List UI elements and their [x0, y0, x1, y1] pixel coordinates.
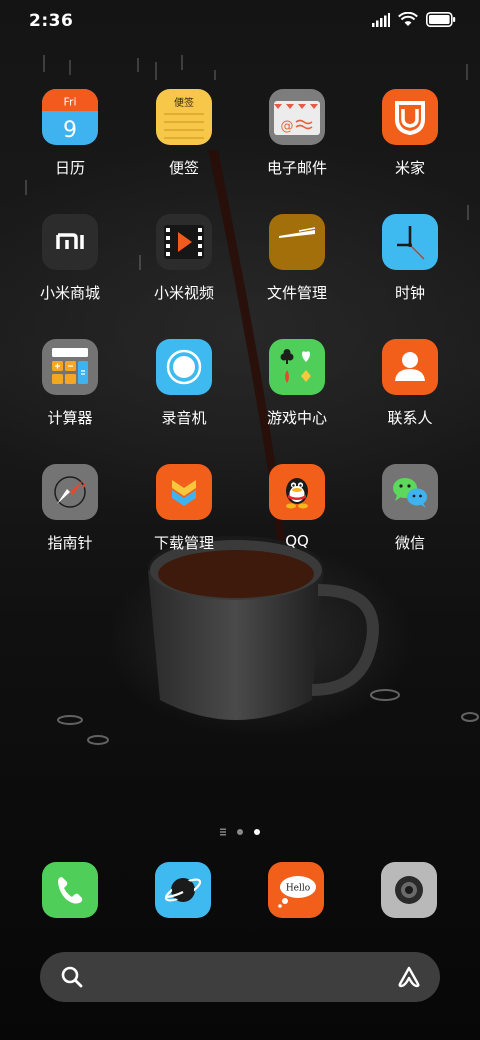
- battery-icon: [426, 11, 456, 31]
- mi-store-icon: [42, 214, 98, 270]
- app-label: 日历: [54, 159, 85, 177]
- page-dot: [237, 829, 243, 835]
- file-manager-icon: [269, 214, 325, 270]
- qq-icon: [269, 464, 325, 520]
- app-label: 时钟: [394, 284, 425, 302]
- app-game-center[interactable]: 游戏中心: [247, 339, 347, 449]
- status-bar: 2:36: [0, 0, 480, 42]
- app-label: 计算器: [47, 409, 93, 427]
- svg-text:@: @: [281, 119, 294, 134]
- status-icons: [372, 11, 456, 31]
- app-downloads[interactable]: 下载管理: [134, 464, 234, 574]
- app-label: 文件管理: [266, 284, 327, 302]
- app-label: 联系人: [387, 409, 433, 427]
- app-label: 下载管理: [153, 534, 214, 552]
- app-recorder[interactable]: 录音机: [134, 339, 234, 449]
- dock-messages[interactable]: Hello: [268, 862, 324, 918]
- wechat-icon: [382, 464, 438, 520]
- signal-icon: [372, 12, 390, 31]
- clock-icon: [382, 214, 438, 270]
- app-file-manager[interactable]: 文件管理: [247, 214, 347, 324]
- search-icon[interactable]: [60, 965, 84, 993]
- calendar-icon: Fri 9: [42, 89, 98, 145]
- search-bar[interactable]: [40, 952, 440, 1002]
- notes-icon: 便签: [156, 89, 212, 145]
- notes-tile-text: 便签: [174, 96, 194, 109]
- app-mi-store[interactable]: 小米商城: [20, 214, 120, 324]
- messages-tile-text: Hello: [286, 884, 310, 894]
- app-email[interactable]: @ 电子邮件: [247, 89, 347, 199]
- page-dot-active: [254, 829, 260, 835]
- app-calculator[interactable]: 计算器: [20, 339, 120, 449]
- dock-phone[interactable]: [42, 862, 98, 918]
- calculator-icon: [42, 339, 98, 395]
- app-label: 游戏中心: [266, 409, 327, 427]
- menu-lines-icon: [220, 828, 226, 836]
- app-label: 录音机: [161, 409, 207, 427]
- app-label: 微信: [394, 534, 425, 552]
- calendar-date: 9: [63, 118, 77, 143]
- app-mijia[interactable]: 米家: [360, 89, 460, 199]
- app-wechat[interactable]: 微信: [360, 464, 460, 574]
- app-label: 指南针: [47, 534, 93, 552]
- dock-browser[interactable]: [155, 862, 211, 918]
- app-video[interactable]: 小米视频: [134, 214, 234, 324]
- calendar-day: Fri: [63, 96, 76, 109]
- app-clock[interactable]: 时钟: [360, 214, 460, 324]
- wifi-icon: [398, 11, 418, 31]
- game-center-icon: [269, 339, 325, 395]
- assistant-icon[interactable]: [396, 965, 422, 993]
- mijia-icon: [382, 89, 438, 145]
- app-label: 米家: [394, 159, 425, 177]
- app-label: QQ: [285, 532, 309, 550]
- dock-camera[interactable]: [381, 862, 437, 918]
- app-notes[interactable]: 便签 便签: [134, 89, 234, 199]
- status-time: 2:36: [29, 11, 74, 31]
- compass-icon: [42, 464, 98, 520]
- downloads-icon: [156, 464, 212, 520]
- app-qq[interactable]: QQ: [247, 464, 347, 574]
- video-icon: [156, 214, 212, 270]
- email-icon: @: [269, 89, 325, 145]
- app-label: 电子邮件: [266, 159, 327, 177]
- app-label: 小米视频: [153, 284, 214, 302]
- app-label: 小米商城: [39, 284, 100, 302]
- app-label: 便签: [168, 159, 199, 177]
- page-indicator[interactable]: [216, 823, 264, 836]
- contacts-icon: [382, 339, 438, 395]
- app-compass[interactable]: 指南针: [20, 464, 120, 574]
- app-calendar[interactable]: Fri 9 日历: [20, 89, 120, 199]
- recorder-icon: [156, 339, 212, 395]
- app-contacts[interactable]: 联系人: [360, 339, 460, 449]
